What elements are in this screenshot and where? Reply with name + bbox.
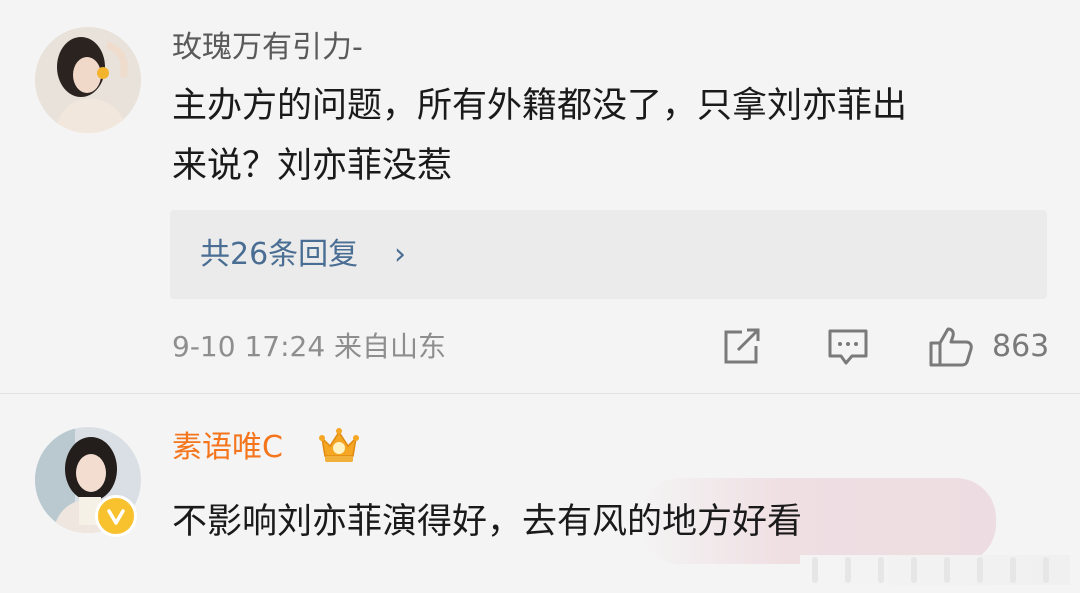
thumbs-up-icon (929, 327, 973, 367)
comment-meta: 9-10 17:24 来自山东 (172, 330, 447, 363)
decoration-bar (944, 557, 950, 583)
decoration-bar (911, 557, 917, 583)
decoration-bar (878, 557, 884, 583)
username[interactable]: 玫瑰万有引力- (172, 30, 363, 66)
like-button[interactable] (928, 326, 974, 372)
decoration-bar (845, 557, 851, 583)
decoration-bar (1010, 557, 1016, 583)
divider (0, 393, 1080, 394)
decoration-bar (812, 557, 818, 583)
comment-text-line-1: 主办方的问题，所有外籍都没了，只拿刘亦菲出 (172, 86, 908, 126)
crown-badge-icon (316, 426, 362, 470)
username[interactable]: 素语唯C (172, 430, 283, 466)
comment-text: 不影响刘亦菲演得好，去有风的地方好看 (172, 502, 803, 542)
share-icon (724, 328, 760, 364)
replies-link[interactable]: 共26条回复 (200, 236, 358, 274)
replies-box[interactable]: 共26条回复 › (170, 210, 1047, 299)
decoration-bar (977, 557, 983, 583)
verified-icon (95, 495, 137, 537)
comment-icon (828, 329, 868, 365)
comment-button[interactable] (826, 326, 870, 372)
footer-decoration (800, 555, 1070, 585)
decoration-bar (1043, 557, 1049, 583)
share-button[interactable] (720, 326, 764, 372)
like-count: 863 (992, 329, 1050, 364)
comment-text-line-2: 来说？刘亦菲没惹 (172, 146, 453, 186)
avatar[interactable] (35, 27, 141, 133)
chevron-right-icon: › (394, 237, 406, 272)
